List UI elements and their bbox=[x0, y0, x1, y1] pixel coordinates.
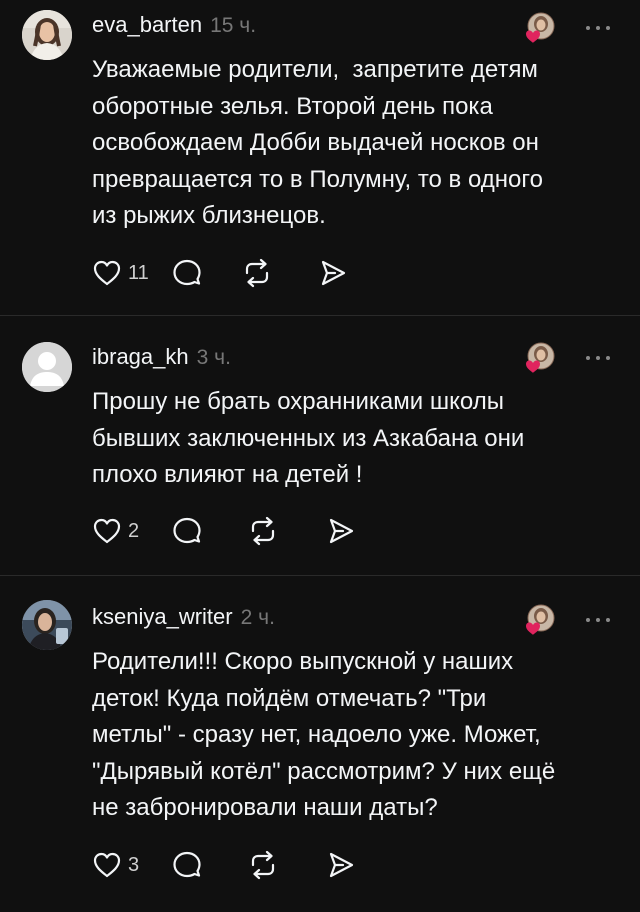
post[interactable]: eva_barten 15 ч. Уважаемые родители, зап… bbox=[0, 0, 640, 316]
like-button[interactable]: 11 bbox=[92, 259, 172, 287]
username[interactable]: kseniya_writer bbox=[92, 604, 233, 630]
timestamp: 2 ч. bbox=[240, 606, 275, 629]
default-user-avatar-icon bbox=[22, 342, 72, 392]
like-count: 11 bbox=[128, 261, 149, 284]
send-icon bbox=[321, 260, 346, 286]
post-actions: 11 bbox=[92, 256, 348, 290]
post-actions: 2 bbox=[92, 514, 356, 548]
more-icon[interactable] bbox=[580, 346, 616, 370]
username[interactable]: ibraga_kh bbox=[92, 344, 189, 370]
reactor-avatar-icon[interactable] bbox=[520, 8, 560, 48]
post-header: kseniya_writer 2 ч. bbox=[92, 604, 275, 634]
repost-button[interactable] bbox=[248, 516, 326, 546]
comment-button[interactable] bbox=[172, 850, 248, 880]
send-icon bbox=[329, 852, 354, 878]
repost-button[interactable] bbox=[248, 850, 326, 880]
post-header: eva_barten 15 ч. bbox=[92, 12, 256, 42]
post-actions: 3 bbox=[92, 848, 356, 882]
avatar[interactable] bbox=[22, 10, 72, 60]
post-header: ibraga_kh 3 ч. bbox=[92, 344, 231, 374]
share-button[interactable] bbox=[326, 850, 356, 880]
share-button[interactable] bbox=[318, 258, 348, 288]
timestamp: 15 ч. bbox=[210, 14, 257, 37]
timestamp: 3 ч. bbox=[196, 346, 231, 369]
woman-photo-avatar-icon bbox=[22, 600, 72, 650]
like-count: 3 bbox=[128, 853, 140, 876]
avatar[interactable] bbox=[22, 342, 72, 392]
comment-button[interactable] bbox=[172, 516, 248, 546]
repost-icon bbox=[251, 516, 275, 546]
reactor-avatar-icon[interactable] bbox=[520, 338, 560, 378]
send-icon bbox=[329, 518, 354, 544]
post-text: Уважаемые родители, запретите детям обор… bbox=[92, 56, 543, 229]
post-text: Родители!!! Скоро выпускной у наших дето… bbox=[92, 648, 556, 821]
post[interactable]: ibraga_kh 3 ч. Прошу не брать охранникам… bbox=[0, 316, 640, 576]
comment-icon bbox=[173, 259, 201, 286]
like-button[interactable]: 3 bbox=[92, 851, 172, 879]
more-icon[interactable] bbox=[580, 608, 616, 632]
comment-icon bbox=[173, 851, 201, 878]
heart-icon bbox=[93, 518, 121, 544]
comment-button[interactable] bbox=[172, 258, 242, 288]
repost-icon bbox=[251, 850, 275, 880]
reactor-avatar-icon[interactable] bbox=[520, 600, 560, 640]
like-count: 2 bbox=[128, 519, 140, 542]
username[interactable]: eva_barten bbox=[92, 12, 202, 38]
like-button[interactable]: 2 bbox=[92, 517, 172, 545]
repost-icon bbox=[245, 258, 269, 288]
share-button[interactable] bbox=[326, 516, 356, 546]
heart-icon bbox=[93, 260, 121, 286]
avatar[interactable] bbox=[22, 600, 72, 650]
post[interactable]: kseniya_writer 2 ч. Родители!!! Скоро вы… bbox=[0, 576, 640, 912]
more-icon[interactable] bbox=[580, 16, 616, 40]
threads-feed: eva_barten 15 ч. Уважаемые родители, зап… bbox=[0, 0, 640, 912]
comment-icon bbox=[173, 517, 201, 544]
heart-icon bbox=[93, 852, 121, 878]
repost-button[interactable] bbox=[242, 258, 318, 288]
woman-photo-avatar-icon bbox=[22, 10, 72, 60]
post-text: Прошу не брать охранниками школы бывших … bbox=[92, 388, 525, 488]
